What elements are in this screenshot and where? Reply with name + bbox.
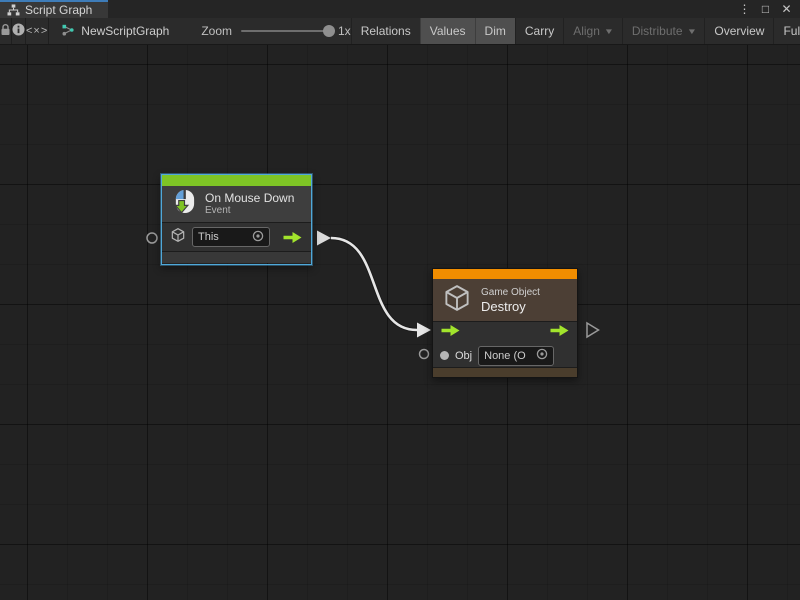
event-node-subtitle: Event <box>205 205 294 217</box>
window-menu-icon[interactable]: ⋮ <box>736 1 753 17</box>
event-trigger-out-port[interactable] <box>317 231 331 246</box>
destroy-value-row: Obj None (O <box>433 344 577 367</box>
destroy-obj-port[interactable] <box>420 350 429 359</box>
destroy-node-title: Destroy <box>481 299 540 315</box>
destroy-node-category: Game Object <box>481 286 540 299</box>
connection-wire[interactable] <box>331 238 417 330</box>
align-dropdown[interactable]: Align ▼ <box>563 18 622 44</box>
align-label: Align <box>573 24 600 38</box>
destroy-obj-field[interactable]: None (O <box>478 346 554 366</box>
obj-port-dot[interactable] <box>440 351 449 360</box>
node-on-mouse-down[interactable]: On Mouse Down Event This <box>161 174 312 265</box>
overview-label: Overview <box>714 24 764 38</box>
zoom-value: 1x <box>338 24 351 38</box>
fullscreen-label: Full S <box>783 24 800 38</box>
destroy-flow-row <box>433 321 577 344</box>
obj-port-label: Obj <box>455 350 472 362</box>
maximize-icon[interactable]: □ <box>757 1 774 17</box>
event-accent-bar <box>162 175 311 186</box>
game-object-cube-icon <box>170 227 186 248</box>
script-graph-icon <box>7 4 20 16</box>
zoom-slider[interactable] <box>241 30 329 32</box>
wire-overlay <box>0 45 800 600</box>
destroy-node-footer <box>433 367 577 377</box>
event-node-header: On Mouse Down Event <box>162 186 311 222</box>
dim-label: Dim <box>485 24 506 38</box>
destroy-flow-in-arrow[interactable] <box>440 324 461 342</box>
dropdown-arrow-icon: ▼ <box>686 27 696 36</box>
overview-button[interactable]: Overview <box>704 18 773 44</box>
tab-script-graph[interactable]: Script Graph <box>0 0 108 18</box>
object-picker-icon[interactable] <box>536 348 548 363</box>
window-controls: ⋮ □ ✕ <box>736 0 800 18</box>
zoom-slider-handle[interactable] <box>323 25 335 37</box>
dropdown-arrow-icon: ▼ <box>604 27 614 36</box>
event-flow-out-arrow[interactable] <box>282 231 303 244</box>
destroy-node-header: Game Object Destroy <box>433 279 577 321</box>
event-node-footer <box>162 251 311 263</box>
destroy-flow-out-arrow[interactable] <box>549 324 570 342</box>
zoom-control: Zoom 1x <box>201 18 350 44</box>
event-target-value: This <box>198 231 248 243</box>
game-object-cube-icon <box>442 283 472 318</box>
dim-button[interactable]: Dim <box>475 18 515 44</box>
distribute-label: Distribute <box>632 24 683 38</box>
toolbar-toggle-group: Relations Values Dim Carry Align ▼ Distr… <box>351 18 800 44</box>
destroy-trigger-out-port[interactable] <box>587 323 599 337</box>
lock-button[interactable] <box>0 18 12 44</box>
distribute-dropdown[interactable]: Distribute ▼ <box>622 18 705 44</box>
event-port-row: This <box>162 222 311 251</box>
destroy-accent-bar <box>433 269 577 279</box>
relations-label: Relations <box>361 24 411 38</box>
tab-title: Script Graph <box>25 3 92 17</box>
graph-reference[interactable]: NewScriptGraph <box>61 18 169 44</box>
node-destroy[interactable]: Game Object Destroy Obj <box>432 268 578 378</box>
toolbar: <×> NewScriptGraph Zoom 1x Relation <box>0 18 800 45</box>
code-view-icon: <×> <box>26 25 48 37</box>
object-picker-icon[interactable] <box>252 230 264 245</box>
event-node-title: On Mouse Down <box>205 191 294 205</box>
wire-arrowhead <box>417 323 431 338</box>
graph-asset-icon <box>61 23 75 40</box>
destroy-obj-value: None (O <box>484 350 532 362</box>
fullscreen-button[interactable]: Full S <box>773 18 800 44</box>
carry-label: Carry <box>525 24 554 38</box>
close-icon[interactable]: ✕ <box>778 1 795 17</box>
relations-button[interactable]: Relations <box>351 18 420 44</box>
zoom-label: Zoom <box>201 24 232 38</box>
event-input-port[interactable] <box>147 233 157 243</box>
lock-icon <box>0 23 11 39</box>
script-graph-window: Script Graph ⋮ □ ✕ <box>0 0 800 600</box>
tab-bar: Script Graph ⋮ □ ✕ <box>0 0 800 18</box>
graph-name: NewScriptGraph <box>81 24 169 38</box>
values-label: Values <box>430 24 466 38</box>
graph-canvas[interactable]: On Mouse Down Event This <box>0 45 800 600</box>
mouse-icon <box>172 189 197 220</box>
values-button[interactable]: Values <box>420 18 475 44</box>
code-view-button[interactable]: <×> <box>26 18 49 44</box>
event-target-field[interactable]: This <box>192 227 270 247</box>
carry-button[interactable]: Carry <box>515 18 563 44</box>
info-button[interactable] <box>12 18 26 44</box>
info-icon <box>12 23 25 39</box>
